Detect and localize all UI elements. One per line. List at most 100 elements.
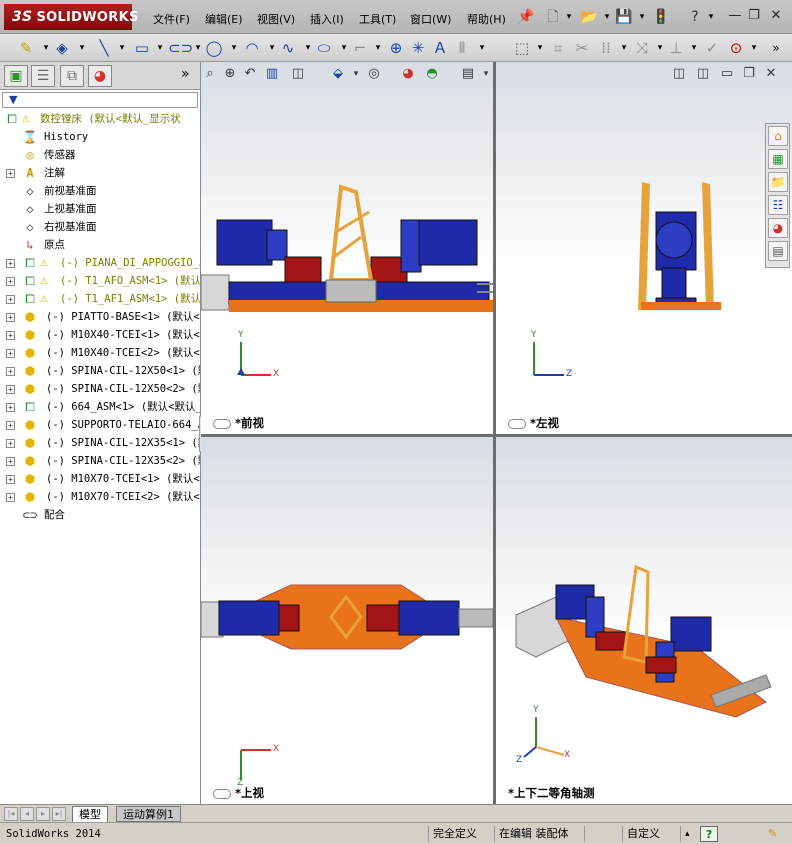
pin-icon[interactable]: 📌 xyxy=(517,8,535,26)
tree-item-component[interactable]: + ⬢ (-) M10X70-TCEI<2> (默认<< xyxy=(0,488,200,506)
rebuild-traffic-light-icon[interactable]: 🚦 xyxy=(652,8,670,26)
close-icon[interactable]: ✕ xyxy=(768,8,784,24)
expand-icon[interactable]: + xyxy=(6,277,15,286)
expand-icon[interactable]: + xyxy=(6,169,15,178)
chevron-down-icon[interactable]: ▾ xyxy=(472,38,492,58)
save-icon[interactable]: 💾 xyxy=(615,8,633,26)
chevron-up-icon[interactable]: ▴ xyxy=(680,826,694,842)
tree-item-mates[interactable]: ⊂⊃ 配合 xyxy=(0,506,200,524)
tree-filter[interactable]: ▼ xyxy=(2,92,198,108)
tree-item-component[interactable]: + ⬢ (-) SPINA-CIL-12X50<2> (默 xyxy=(0,380,200,398)
viewport-isometric[interactable]: Y X Z *上下二等角轴测 xyxy=(496,437,792,804)
configuration-manager-tab-icon[interactable]: ⧉ xyxy=(60,65,84,87)
display-manager-tab-icon[interactable]: ◕ xyxy=(88,65,112,87)
viewport-top[interactable]: X Z *上视 xyxy=(201,437,493,804)
chevron-down-icon[interactable]: ▾ xyxy=(702,8,720,26)
sketch-icon[interactable]: ✎ xyxy=(16,38,36,58)
expand-icon[interactable]: + xyxy=(6,403,15,412)
minimize-icon[interactable]: — xyxy=(727,8,743,24)
tree-item-component[interactable]: + ⧠ ⚠ (-) PIANA_DI_APPOGGIO_A xyxy=(0,254,200,272)
convert-entities-icon[interactable]: ⬚ xyxy=(512,38,532,58)
display-relations-icon[interactable]: ⊥ xyxy=(666,38,686,58)
chevron-down-icon[interactable]: ▾ xyxy=(530,38,550,58)
menu-window[interactable]: 窗口(W) xyxy=(410,11,451,27)
viewport-left[interactable]: ◫ ◫ ▭ ❐ ✕ Y Z *左视 xyxy=(496,62,792,434)
tree-item-history[interactable]: ⌛ History xyxy=(0,128,200,146)
plane-icon[interactable]: ⊕ xyxy=(386,38,406,58)
expand-icon[interactable]: + xyxy=(6,313,15,322)
tree-item-annotations[interactable]: + A 注解 xyxy=(0,164,200,182)
chevron-down-icon[interactable]: ▾ xyxy=(224,38,244,58)
slot-icon[interactable]: ⊂⊃ xyxy=(168,38,193,58)
repair-sketch-icon[interactable]: ✓ xyxy=(702,38,722,58)
appearances-icon[interactable]: ◕ xyxy=(768,218,788,238)
expand-icon[interactable]: + xyxy=(6,331,15,340)
chevron-down-icon[interactable]: ▾ xyxy=(150,38,170,58)
menu-view[interactable]: 视图(V) xyxy=(257,11,295,27)
design-library-icon[interactable]: ▦ xyxy=(768,149,788,169)
tree-item-component[interactable]: + ⬢ (-) SPINA-CIL-12X35<1> (默 xyxy=(0,434,200,452)
tree-item-component[interactable]: + ⬢ (-) M10X40-TCEI<2> (默认<< xyxy=(0,344,200,362)
spline-icon[interactable]: ∿ xyxy=(278,38,298,58)
chevron-down-icon[interactable]: ▾ xyxy=(72,38,92,58)
menu-insert[interactable]: 插入(I) xyxy=(310,11,344,27)
restore-icon[interactable]: ❐ xyxy=(746,8,762,24)
tree-item-top-plane[interactable]: ◇ 上视基准面 xyxy=(0,200,200,218)
tree-item-component[interactable]: + ⧠ ⚠ (-) T1_AF1_ASM<1> (默认< xyxy=(0,290,200,308)
tree-root[interactable]: ⧠ ⚠ 数控镗床 (默认<默认_显示状 xyxy=(0,110,200,128)
app-logo[interactable]: 3S SOLIDWORKS xyxy=(4,4,138,30)
arc-icon[interactable]: ◠ xyxy=(242,38,262,58)
home-icon[interactable]: ⌂ xyxy=(768,126,788,146)
ellipse-icon[interactable]: ⬭ xyxy=(314,38,334,58)
tree-item-component[interactable]: + ⬢ (-) SPINA-CIL-12X50<1> (默 xyxy=(0,362,200,380)
menu-file[interactable]: 文件(F) xyxy=(153,11,190,27)
tree-item-component[interactable]: + ⧠ (-) 664_ASM<1> (默认<默认_ xyxy=(0,398,200,416)
expand-icon[interactable]: + xyxy=(6,349,15,358)
trim-icon[interactable]: ✂ xyxy=(572,38,592,58)
panel-overflow-icon[interactable]: » xyxy=(181,66,190,82)
mirror-icon[interactable]: ⫴ xyxy=(452,38,472,58)
chevron-down-icon[interactable]: ▾ xyxy=(633,8,651,26)
toolbar-overflow-icon[interactable]: » xyxy=(766,38,786,58)
menu-tools[interactable]: 工具(T) xyxy=(359,11,396,27)
menu-edit[interactable]: 编辑(E) xyxy=(205,11,243,27)
rebuild-icon[interactable]: ✎ xyxy=(764,826,781,842)
menu-help[interactable]: 帮助(H) xyxy=(467,11,506,27)
expand-icon[interactable]: + xyxy=(6,367,15,376)
circle-icon[interactable]: ◯ xyxy=(204,38,224,58)
rectangle-icon[interactable]: ▭ xyxy=(132,38,152,58)
first-tab-icon[interactable]: |◂ xyxy=(4,807,18,821)
chevron-down-icon[interactable]: ▾ xyxy=(598,8,616,26)
tree-item-component[interactable]: + ⧠ ⚠ (-) T1_AFO_ASM<1> (默认< xyxy=(0,272,200,290)
chevron-down-icon[interactable]: ▾ xyxy=(112,38,132,58)
tree-item-sensors[interactable]: ◎ 传感器 xyxy=(0,146,200,164)
expand-icon[interactable]: + xyxy=(6,421,15,430)
expand-icon[interactable]: + xyxy=(6,475,15,484)
fillet-icon[interactable]: ⌐ xyxy=(350,38,370,58)
chevron-down-icon[interactable]: ▾ xyxy=(614,38,634,58)
line-icon[interactable]: ╲ xyxy=(94,38,114,58)
custom-properties-icon[interactable]: ▤ xyxy=(768,241,788,261)
open-folder-icon[interactable]: 📂 xyxy=(580,8,598,26)
tab-motion-study[interactable]: 运动算例1 xyxy=(116,806,181,822)
linear-pattern-icon[interactable]: ⁞⁞ xyxy=(596,38,616,58)
tree-item-component[interactable]: + ⬢ (-) SPINA-CIL-12X35<2> (默 xyxy=(0,452,200,470)
last-tab-icon[interactable]: ▸| xyxy=(52,807,66,821)
filter-icon[interactable]: ▼ xyxy=(9,93,17,106)
expand-icon[interactable]: + xyxy=(6,457,15,466)
status-units[interactable]: 自定义 xyxy=(622,826,664,842)
help-icon[interactable]: ? xyxy=(700,826,718,842)
tree-item-component[interactable]: + ⬢ (-) SUPPORTO-TELAIO-664_AS xyxy=(0,416,200,434)
quick-snaps-icon[interactable]: ⊙ xyxy=(726,38,746,58)
tree-item-component[interactable]: + ⬢ (-) M10X70-TCEI<1> (默认<< xyxy=(0,470,200,488)
tree-item-front-plane[interactable]: ◇ 前视基准面 xyxy=(0,182,200,200)
chevron-down-icon[interactable]: ▾ xyxy=(560,8,578,26)
smart-dimension-icon[interactable]: ◈ xyxy=(52,38,72,58)
tree-item-component[interactable]: + ⬢ (-) PIATTO-BASE<1> (默认<< xyxy=(0,308,200,326)
tab-model[interactable]: 模型 xyxy=(72,806,108,822)
expand-icon[interactable]: + xyxy=(6,493,15,502)
point-icon[interactable]: ✳ xyxy=(408,38,428,58)
tree-item-component[interactable]: + ⬢ (-) M10X40-TCEI<1> (默认<< xyxy=(0,326,200,344)
expand-icon[interactable]: + xyxy=(6,439,15,448)
file-explorer-icon[interactable]: 📁 xyxy=(768,172,788,192)
